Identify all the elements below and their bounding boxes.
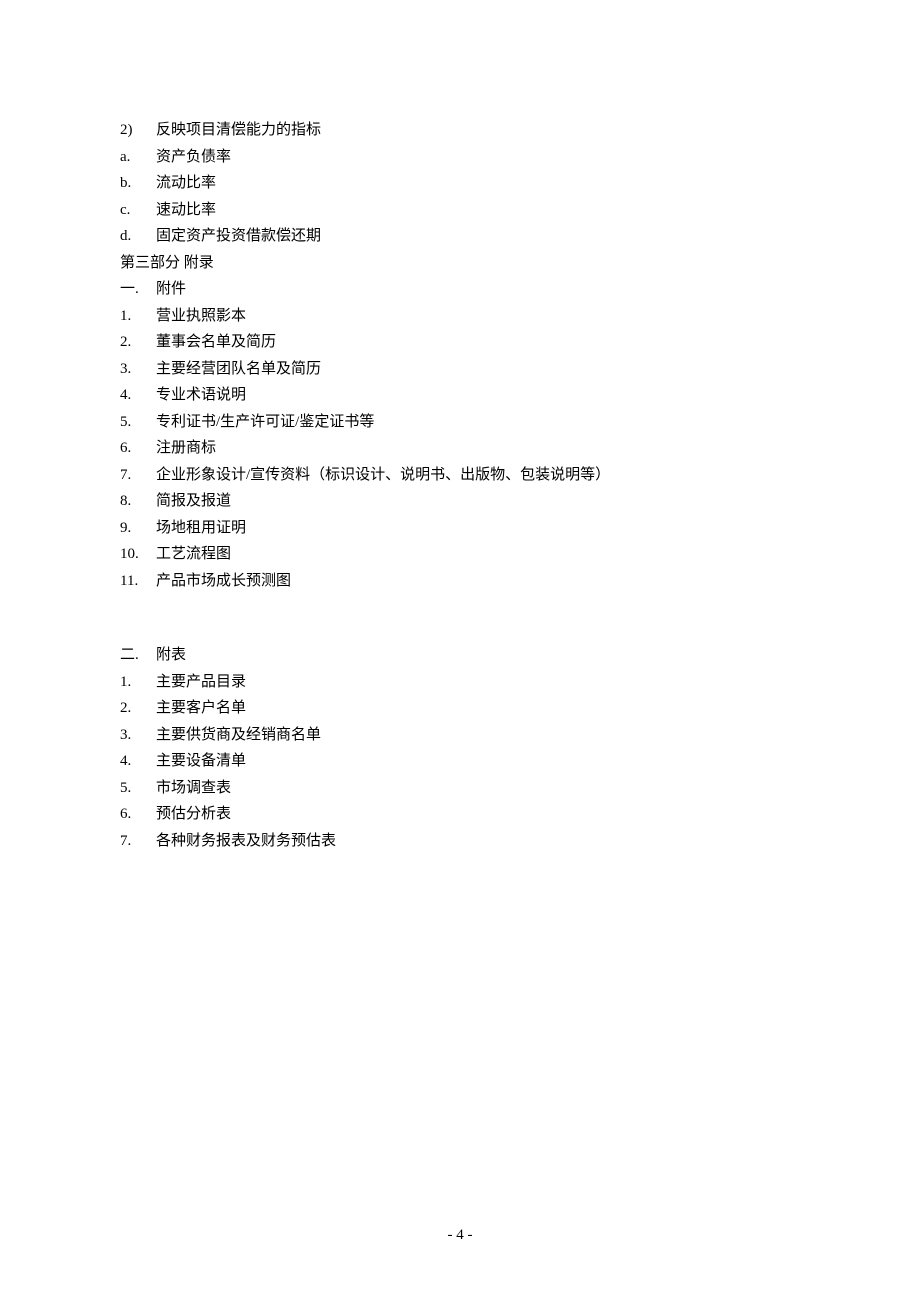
list-item: 7.企业形象设计/宣传资料（标识设计、说明书、出版物、包装说明等） <box>120 463 800 489</box>
list-item-text: 营业执照影本 <box>156 304 800 330</box>
list-item-marker: 4. <box>120 383 156 409</box>
list-item-marker: 5. <box>120 776 156 802</box>
list-item-marker: 3. <box>120 723 156 749</box>
spacer <box>120 595 800 643</box>
list-item-text: 专利证书/生产许可证/鉴定证书等 <box>156 410 800 436</box>
list-item-text: 专业术语说明 <box>156 383 800 409</box>
page-number: - 4 - <box>0 1223 920 1249</box>
list-item: 7.各种财务报表及财务预估表 <box>120 829 800 855</box>
subheading-marker: 一. <box>120 277 156 303</box>
list-item-text: 主要供货商及经销商名单 <box>156 723 800 749</box>
section-header-appendix: 第三部分 附录 <box>120 251 800 277</box>
list-item: 1.营业执照影本 <box>120 304 800 330</box>
list-item: 4.主要设备清单 <box>120 749 800 775</box>
list-item: 3.主要供货商及经销商名单 <box>120 723 800 749</box>
list-item-text: 市场调查表 <box>156 776 800 802</box>
subheading-text: 附件 <box>156 277 800 303</box>
list-item-marker: 3. <box>120 357 156 383</box>
list-item-marker: 7. <box>120 463 156 489</box>
list-attachments: 1.营业执照影本2.董事会名单及简历3.主要经营团队名单及简历4.专业术语说明5… <box>120 304 800 595</box>
list-item-text: 注册商标 <box>156 436 800 462</box>
list-item: 3.主要经营团队名单及简历 <box>120 357 800 383</box>
list-item: 8.简报及报道 <box>120 489 800 515</box>
list-item: 1.主要产品目录 <box>120 670 800 696</box>
list-item: 2.主要客户名单 <box>120 696 800 722</box>
list-item-text: 速动比率 <box>156 198 800 224</box>
list-item-marker: 2. <box>120 696 156 722</box>
list-item: a.资产负债率 <box>120 145 800 171</box>
subheading-marker: 二. <box>120 643 156 669</box>
list-item-marker: c. <box>120 198 156 224</box>
list-item-text: 董事会名单及简历 <box>156 330 800 356</box>
list-item-marker: 7. <box>120 829 156 855</box>
list-item-marker: b. <box>120 171 156 197</box>
list-item: d.固定资产投资借款偿还期 <box>120 224 800 250</box>
list-item: 5.市场调查表 <box>120 776 800 802</box>
list-item-text: 主要设备清单 <box>156 749 800 775</box>
list-tables: 1.主要产品目录2.主要客户名单3.主要供货商及经销商名单4.主要设备清单5.市… <box>120 670 800 855</box>
list-item-marker: a. <box>120 145 156 171</box>
list-item-marker: 4. <box>120 749 156 775</box>
list-item: 11.产品市场成长预测图 <box>120 569 800 595</box>
list-item: 2.董事会名单及简历 <box>120 330 800 356</box>
list-item-marker: 5. <box>120 410 156 436</box>
list-item: 9.场地租用证明 <box>120 516 800 542</box>
list-item: 10.工艺流程图 <box>120 542 800 568</box>
list-item: b.流动比率 <box>120 171 800 197</box>
list-item-text: 反映项目清偿能力的指标 <box>156 118 800 144</box>
list-item-marker: 2. <box>120 330 156 356</box>
list-item-marker: 9. <box>120 516 156 542</box>
list-item: c.速动比率 <box>120 198 800 224</box>
list-item-text: 资产负债率 <box>156 145 800 171</box>
list-item-marker: 11. <box>120 569 156 595</box>
list-item-marker: 1. <box>120 304 156 330</box>
list-item: 6.注册商标 <box>120 436 800 462</box>
list-item-text: 主要客户名单 <box>156 696 800 722</box>
list-item-marker: 2) <box>120 118 156 144</box>
list-item-text: 企业形象设计/宣传资料（标识设计、说明书、出版物、包装说明等） <box>156 463 800 489</box>
list-item-marker: 6. <box>120 802 156 828</box>
list-item: 2)反映项目清偿能力的指标 <box>120 118 800 144</box>
list-item-text: 预估分析表 <box>156 802 800 828</box>
document-page: 2)反映项目清偿能力的指标a.资产负债率b.流动比率c.速动比率d.固定资产投资… <box>0 0 920 854</box>
list-item-text: 固定资产投资借款偿还期 <box>156 224 800 250</box>
list-item-marker: 10. <box>120 542 156 568</box>
list-item-text: 简报及报道 <box>156 489 800 515</box>
list-item-text: 各种财务报表及财务预估表 <box>156 829 800 855</box>
intro-lines: 2)反映项目清偿能力的指标a.资产负债率b.流动比率c.速动比率d.固定资产投资… <box>120 118 800 250</box>
list-item-marker: 1. <box>120 670 156 696</box>
list-item-text: 场地租用证明 <box>156 516 800 542</box>
subheading-tables: 二. 附表 <box>120 643 800 669</box>
subheading-attachments: 一. 附件 <box>120 277 800 303</box>
list-item: 5.专利证书/生产许可证/鉴定证书等 <box>120 410 800 436</box>
subheading-text: 附表 <box>156 643 800 669</box>
list-item-marker: 6. <box>120 436 156 462</box>
list-item-text: 主要产品目录 <box>156 670 800 696</box>
list-item-text: 主要经营团队名单及简历 <box>156 357 800 383</box>
list-item: 6.预估分析表 <box>120 802 800 828</box>
list-item-marker: 8. <box>120 489 156 515</box>
list-item-text: 工艺流程图 <box>156 542 800 568</box>
list-item-text: 产品市场成长预测图 <box>156 569 800 595</box>
list-item-text: 流动比率 <box>156 171 800 197</box>
list-item: 4.专业术语说明 <box>120 383 800 409</box>
list-item-marker: d. <box>120 224 156 250</box>
